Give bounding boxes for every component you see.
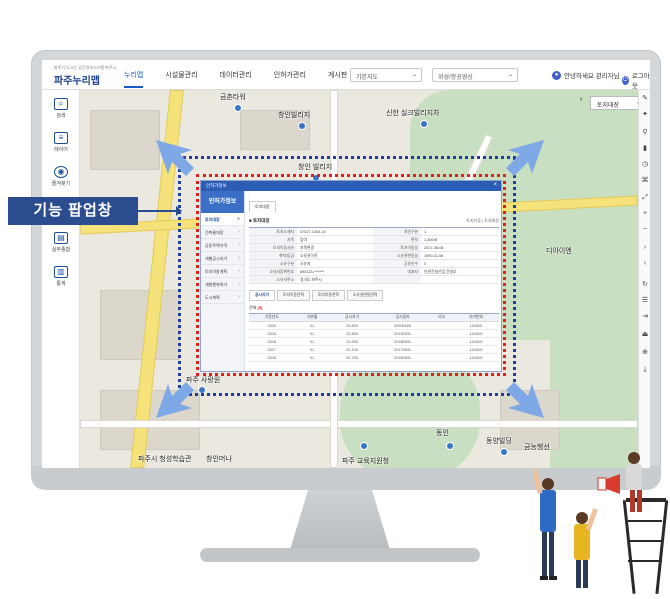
map-label: 파주시 청성학습관: [138, 456, 192, 463]
nav-board[interactable]: 게시판: [328, 70, 347, 88]
basemap-select-value: 기본지도: [356, 75, 379, 81]
sidebar-item-stats[interactable]: ▥ 통계: [42, 266, 80, 287]
nav-permit[interactable]: 인허가관리: [274, 70, 306, 88]
people-illustration: [534, 452, 669, 594]
sidebar-item-layer[interactable]: ≡ 레이어: [42, 132, 80, 153]
stage: 파주기 도시는 공간정보시스템 파주시 파주누리맵 누리맵 시설물관리 데이터관…: [0, 0, 670, 599]
map-label: 금촌타워: [220, 94, 246, 101]
popup-callout-label: 기능 팝업창: [8, 197, 138, 225]
sidebar-item-work[interactable]: ▤ 실무종합: [42, 232, 80, 253]
chevron-left-icon[interactable]: ‹: [639, 260, 650, 267]
chevron-left-icon[interactable]: ‹: [580, 96, 590, 110]
location-pin-icon[interactable]: [298, 122, 306, 130]
user-greeting: 안녕하세요 관리자님: [564, 73, 620, 80]
corner-arrow-icon: [156, 382, 194, 418]
download-icon[interactable]: ⤓: [639, 366, 650, 374]
refresh-icon[interactable]: ↻: [639, 280, 650, 288]
search-icon: ⌕: [54, 98, 68, 110]
location-pin-icon[interactable]: [446, 442, 454, 450]
clock-icon[interactable]: ◷: [639, 160, 650, 168]
map-label: 신한 실크빌리지차: [386, 110, 440, 117]
logo-subtitle: 파주기 도시는 공간정보시스템 파주시: [54, 65, 117, 70]
zoom-out-icon[interactable]: −: [639, 226, 650, 233]
sidebar-item-label: 실무종합: [51, 247, 71, 253]
location-pin-icon[interactable]: [234, 104, 242, 112]
basemap-select[interactable]: 기본지도 ⌄: [350, 68, 422, 82]
pin-icon[interactable]: ✦: [639, 110, 650, 118]
nav-nurimap[interactable]: 누리맵: [124, 70, 144, 88]
list-icon[interactable]: ☰: [639, 296, 650, 304]
zoom-in-icon[interactable]: +: [639, 210, 650, 217]
export-icon[interactable]: ⇥: [639, 312, 650, 320]
magnifier-icon[interactable]: ⊕: [639, 348, 650, 356]
sidebar-item-label: 레이어: [54, 147, 68, 153]
building-block: [100, 290, 180, 360]
map-label: 동양빌딩: [486, 438, 512, 445]
chevron-right-icon[interactable]: ›: [639, 244, 650, 251]
map-layer-select[interactable]: 토지대장 ⌄: [590, 96, 638, 110]
brush-icon[interactable]: ✎: [639, 94, 650, 102]
logo-text: 파주누리맵: [54, 76, 100, 87]
callout-arrow-icon: [138, 206, 182, 216]
satellite-select[interactable]: 위성/항공영상 ⌄: [432, 68, 518, 82]
app-logo[interactable]: 파주기 도시는 공간정보시스템 파주시 파주누리맵: [54, 65, 116, 87]
map-label: 창인빌리지: [278, 112, 311, 119]
map-label: 동인: [436, 430, 449, 437]
chevron-down-icon: ⌄: [411, 72, 417, 78]
map-label: 파주 교육지원청: [342, 458, 390, 465]
chevron-down-icon: ⌄: [507, 72, 513, 78]
logout-icon: ⏻: [622, 75, 629, 85]
sidebar-item-label: 통계: [56, 281, 66, 287]
map-layer-select-value: 토지대장: [597, 103, 620, 109]
app-header: 파주기 도시는 공간정보시스템 파주시 파주누리맵 누리맵 시설물관리 데이터관…: [42, 60, 650, 90]
monitor-base: [200, 548, 480, 562]
logout-button[interactable]: ⏻ 로그아웃: [622, 70, 650, 90]
sidebar-item-search[interactable]: ⌕ 검색: [42, 98, 80, 119]
building-block: [90, 110, 160, 170]
ruler-icon[interactable]: ▮: [639, 144, 650, 152]
nav-data[interactable]: 데이터관리: [220, 70, 252, 88]
user-icon: ●: [552, 70, 561, 80]
map-label: 디아이엔: [546, 248, 572, 255]
bar-chart-icon: ▥: [54, 266, 68, 278]
sidebar-item-label: 즐겨찾기: [51, 181, 71, 187]
monitor-neck: [290, 490, 390, 550]
location-pin-icon[interactable]: [420, 120, 428, 128]
main-nav: 누리맵 시설물관리 데이터관리 인허가관리 게시판: [124, 70, 347, 88]
red-highlight-frame: [196, 174, 506, 376]
fullscreen-icon[interactable]: ⤢: [639, 194, 650, 202]
eraser-icon[interactable]: ⏏: [639, 330, 650, 338]
sidebar-item-label: 검색: [56, 113, 66, 119]
book-icon: ▤: [54, 232, 68, 244]
layers-icon: ≡: [54, 132, 68, 144]
location-pin-icon[interactable]: [360, 442, 368, 450]
satellite-select-value: 위성/항공영상: [438, 75, 473, 81]
location-pin-icon[interactable]: [500, 448, 508, 456]
user-info[interactable]: ● 안녕하세요 관리자님: [552, 70, 620, 80]
sidebar-item-favorites[interactable]: ◉ 즐겨찾기: [42, 166, 80, 187]
corner-arrow-icon: [506, 382, 544, 418]
location-icon: ◉: [54, 166, 68, 178]
map-label: 창인머나: [206, 456, 232, 463]
corner-arrow-icon: [506, 140, 544, 176]
grid-icon[interactable]: ⌘: [639, 176, 650, 184]
nav-facility[interactable]: 시설물관리: [165, 70, 197, 88]
right-toolbar: ✎ ✦ ⚲ ▮ ◷ ⌘ ⤢ + − › ‹ ↻ ☰ ⇥ ⏏ ⊕ ⤓: [638, 90, 650, 468]
left-sidebar: ⌕ 검색 ≡ 레이어 ◉ 즐겨찾기 ▤ 실무종합 ▥ 통계: [42, 90, 80, 468]
logout-label: 로그아웃: [631, 73, 650, 90]
corner-arrow-icon: [156, 140, 194, 176]
marker-icon[interactable]: ⚲: [639, 128, 650, 136]
